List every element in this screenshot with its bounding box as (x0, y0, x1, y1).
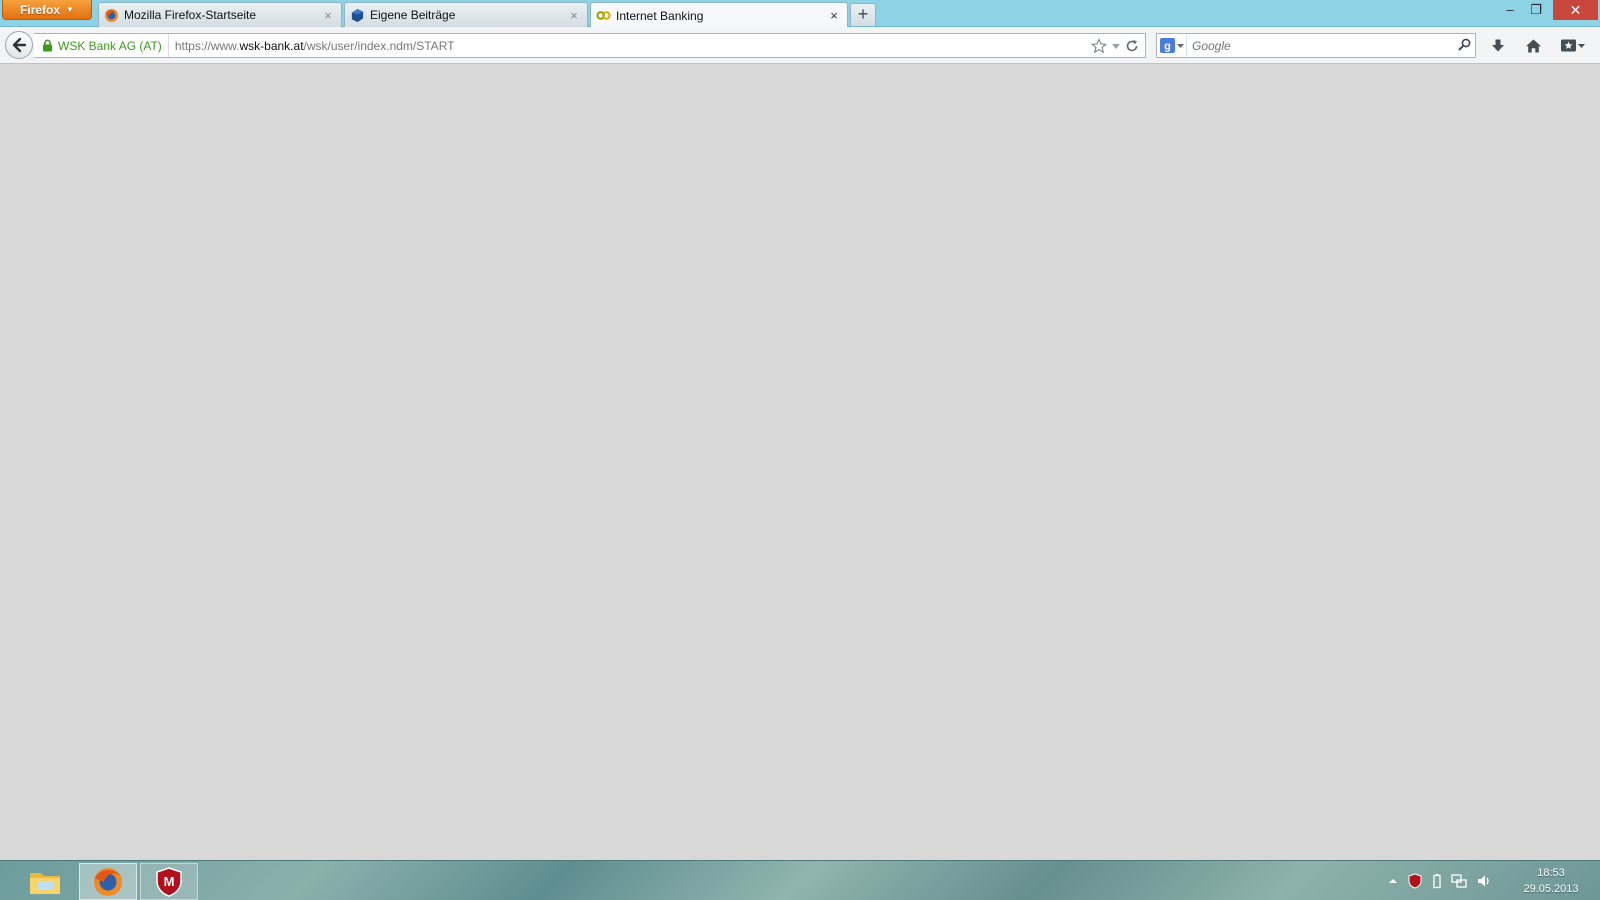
taskbar-firefox[interactable] (79, 863, 137, 900)
page-content-area[interactable] (0, 64, 1600, 860)
search-input[interactable] (1187, 38, 1453, 53)
close-window-button[interactable]: ✕ (1553, 0, 1598, 20)
taskbar-file-explorer[interactable] (16, 863, 74, 900)
url-text[interactable]: https://www.wsk-bank.at/wsk/user/index.n… (169, 39, 455, 53)
firefox-icon (104, 8, 119, 23)
tab-label: Eigene Beiträge (370, 8, 456, 22)
title-bar: Firefox ▼ Mozilla Firefox-Startseite × E… (0, 0, 1600, 28)
volume-icon[interactable] (1476, 873, 1492, 889)
tab-mozilla-startseite[interactable]: Mozilla Firefox-Startseite × (98, 2, 342, 27)
mcafee-shield-icon: M (156, 866, 182, 897)
search-icon (1458, 38, 1470, 50)
history-dropdown-icon[interactable] (1111, 38, 1121, 54)
network-icon[interactable] (1451, 873, 1467, 889)
tab-label: Internet Banking (616, 8, 704, 23)
folder-icon (30, 872, 60, 894)
svg-text:g: g (1164, 41, 1171, 53)
navigation-bar: WSK Bank AG (AT) https://www.wsk-bank.at… (0, 27, 1600, 64)
tab-internet-banking[interactable]: Internet Banking × (590, 2, 848, 28)
svg-text:M: M (164, 874, 175, 889)
back-arrow-icon (12, 37, 27, 53)
url-prefix: https://www. (174, 38, 240, 53)
site-identity-label: WSK Bank AG (AT) (58, 38, 162, 53)
search-bar[interactable]: g (1156, 33, 1476, 58)
close-icon[interactable]: × (827, 8, 841, 23)
firefox-icon (94, 867, 122, 896)
mcafee-tray-icon[interactable] (1407, 873, 1423, 889)
tab-label: Mozilla Firefox-Startseite (124, 8, 257, 22)
bookmark-star-icon[interactable] (1091, 37, 1107, 54)
minimize-button[interactable]: – (1497, 0, 1523, 20)
clock-date: 29.05.2013 (1523, 883, 1579, 895)
back-button[interactable] (5, 31, 33, 59)
url-host: wsk-bank.at (239, 38, 304, 53)
chevron-down-icon (1578, 43, 1585, 48)
blue-cube-icon (350, 8, 365, 23)
close-icon[interactable]: × (321, 8, 335, 23)
home-icon (1525, 39, 1541, 52)
system-tray (1388, 861, 1492, 900)
download-arrow-icon (1492, 39, 1504, 51)
close-icon[interactable]: × (567, 8, 581, 23)
clock-time: 18:53 (1537, 867, 1565, 879)
url-bar[interactable]: WSK Bank AG (AT) https://www.wsk-bank.at… (34, 33, 1146, 58)
search-engine-selector[interactable]: g (1157, 34, 1187, 57)
reload-icon[interactable] (1125, 39, 1139, 53)
chevron-down-icon: ▼ (66, 5, 74, 14)
bookmarks-menu-button[interactable] (1553, 33, 1593, 58)
show-hidden-icons-icon[interactable] (1388, 876, 1398, 886)
battery-icon[interactable] (1432, 873, 1442, 889)
google-icon: g (1159, 38, 1175, 53)
tab-eigene-beitraege[interactable]: Eigene Beiträge × (344, 2, 588, 27)
wsk-bank-icon (596, 8, 611, 23)
new-tab-button[interactable]: + (850, 3, 876, 26)
firefox-menu-label: Firefox (20, 2, 61, 17)
bookmarks-icon (1561, 39, 1576, 52)
lock-icon (43, 39, 52, 52)
taskbar: M 18:53 29.05.2013 (0, 860, 1600, 900)
home-button[interactable] (1519, 33, 1547, 58)
taskbar-clock[interactable]: 18:53 29.05.2013 (1506, 865, 1596, 897)
downloads-button[interactable] (1484, 33, 1512, 58)
taskbar-mcafee[interactable]: M (140, 863, 198, 900)
url-path: /wsk/user/index.ndm/START (303, 38, 455, 53)
chevron-down-icon (1176, 44, 1184, 48)
url-bar-icons (1091, 37, 1145, 54)
search-go-button[interactable] (1453, 38, 1475, 54)
firefox-menu-button[interactable]: Firefox ▼ (2, 0, 92, 20)
site-identity-button[interactable]: WSK Bank AG (AT) (34, 34, 169, 57)
maximize-button[interactable]: ❐ (1523, 0, 1549, 20)
